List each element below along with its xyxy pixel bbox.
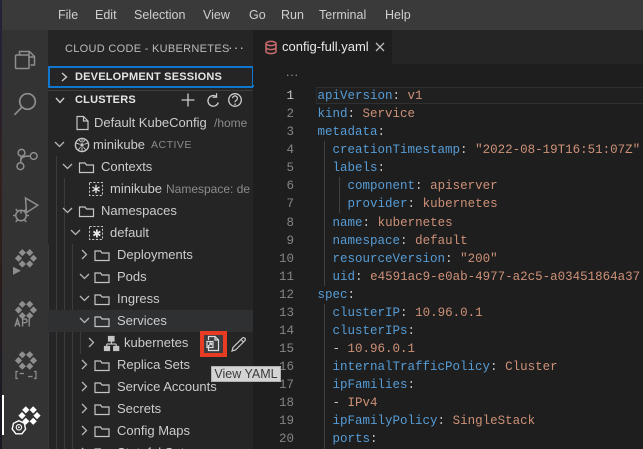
- svg-text:✱: ✱: [92, 229, 101, 241]
